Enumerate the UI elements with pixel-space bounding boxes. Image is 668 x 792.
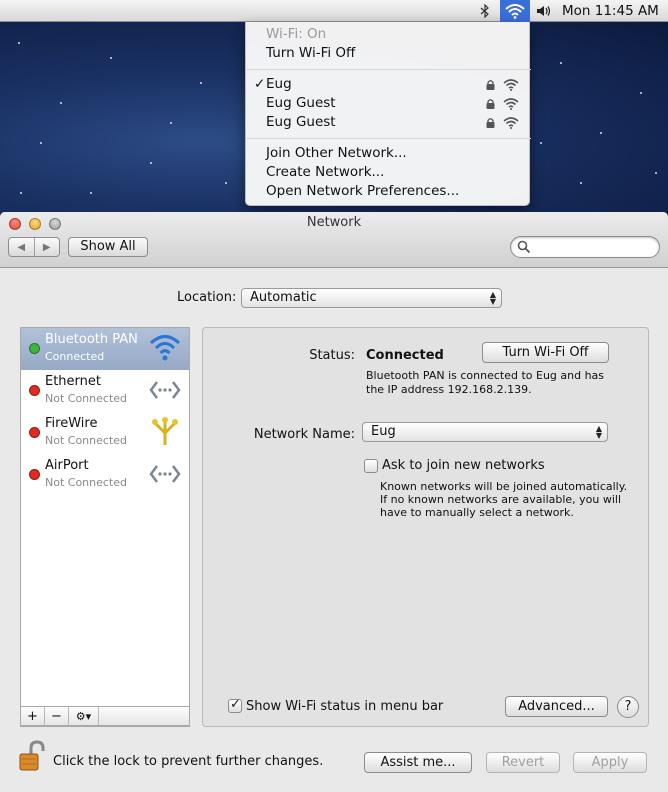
search-field — [510, 236, 660, 258]
show-all-button[interactable]: Show All — [68, 237, 148, 257]
status-dot-green — [29, 343, 40, 354]
service-item-airport[interactable]: AirPort Not Connected — [21, 454, 189, 496]
nav-buttons: ◀ ▶ — [8, 237, 60, 257]
ask-join-description-line-3: have to manually select a network. — [380, 506, 574, 519]
advanced-button[interactable]: Advanced... — [505, 696, 608, 717]
wifi-status-item: Wi-Fi: On — [266, 26, 327, 42]
turn-wifi-off-button[interactable]: Turn Wi-Fi Off — [482, 342, 609, 363]
add-service-button[interactable]: + — [21, 707, 45, 725]
lock-icon — [486, 80, 495, 90]
updown-arrows-icon: ▲ ▼ — [489, 290, 496, 306]
lock-icon — [486, 99, 495, 109]
chevron-right-icon: ▶ — [42, 241, 51, 253]
volume-icon[interactable] — [533, 0, 555, 22]
firewire-icon — [152, 417, 178, 445]
status-value: Connected — [366, 348, 444, 363]
service-status: Not Connected — [45, 392, 128, 405]
network-name-label: Network Name: — [253, 427, 355, 442]
menu-bar: Mon 11:45 AM — [0, 0, 668, 22]
menu-separator — [246, 69, 531, 70]
assist-me-button[interactable]: Assist me... — [364, 752, 472, 773]
network-item-eug[interactable]: ✓ Eug — [246, 75, 531, 94]
lock-message: Click the lock to prevent further change… — [53, 754, 324, 769]
back-button[interactable]: ◀ — [9, 238, 34, 256]
ethernet-icon — [149, 465, 181, 483]
ask-join-checkbox[interactable] — [364, 459, 378, 473]
status-dot-red — [29, 427, 40, 438]
show-wifi-status-label: Show Wi-Fi status in menu bar — [246, 699, 444, 714]
network-name-popup[interactable]: Eug ▲ ▼ — [362, 422, 608, 442]
network-window: Network ◀ ▶ Show All Location: Automatic… — [0, 212, 668, 792]
lock-icon[interactable] — [18, 740, 46, 772]
network-name: Eug Guest — [266, 114, 336, 130]
create-network-item[interactable]: Create Network... — [246, 163, 531, 182]
status-description-line-2: the IP address 192.168.2.139. — [366, 383, 532, 396]
search-icon — [517, 240, 531, 254]
service-name: Bluetooth PAN — [45, 332, 138, 347]
help-button[interactable]: ? — [617, 696, 639, 718]
apply-button[interactable]: Apply — [573, 752, 647, 773]
revert-button[interactable]: Revert — [486, 752, 560, 773]
updown-arrows-icon: ▲ ▼ — [595, 424, 602, 440]
wifi-signal-icon — [503, 78, 519, 91]
service-status: Connected — [45, 350, 105, 363]
status-label: Status: — [309, 348, 355, 363]
checkmark-icon: ✓ — [254, 76, 266, 92]
network-name-value: Eug — [371, 424, 396, 439]
detail-panel: Status: Connected Turn Wi-Fi Off Bluetoo… — [202, 327, 649, 727]
status-description-line-1: Bluetooth PAN is connected to Eug and ha… — [366, 369, 605, 382]
wifi-signal-icon — [503, 116, 519, 129]
network-name: Eug — [266, 76, 292, 92]
ask-join-label: Ask to join new networks — [382, 458, 545, 473]
service-status: Not Connected — [45, 476, 128, 489]
service-item-ethernet[interactable]: Ethernet Not Connected — [21, 370, 189, 412]
menu-clock[interactable]: Mon 11:45 AM — [562, 0, 666, 22]
service-item-bluetooth-pan[interactable]: Bluetooth PAN Connected — [21, 328, 189, 370]
location-popup[interactable]: Automatic ▲ ▼ — [241, 288, 502, 308]
service-name: FireWire — [45, 416, 98, 431]
bluetooth-icon[interactable] — [474, 0, 496, 22]
search-input[interactable] — [535, 239, 653, 255]
location-value: Automatic — [250, 290, 317, 305]
show-wifi-status-checkbox[interactable] — [228, 697, 242, 713]
service-status: Not Connected — [45, 434, 128, 447]
gear-menu-button[interactable]: ⚙▾ — [69, 707, 99, 725]
wifi-icon[interactable] — [500, 0, 530, 22]
service-item-firewire[interactable]: FireWire Not Connected — [21, 412, 189, 454]
window-title: Network — [306, 215, 362, 230]
window-toolbar: Network ◀ ▶ Show All — [0, 212, 668, 268]
status-dot-red — [29, 385, 40, 396]
turn-wifi-off-item[interactable]: Turn Wi-Fi Off — [246, 44, 531, 63]
location-label: Location: — [177, 290, 237, 305]
ethernet-icon — [149, 381, 181, 399]
open-network-preferences-item[interactable]: Open Network Preferences... — [246, 182, 531, 201]
status-dot-red — [29, 469, 40, 480]
menu-separator — [246, 138, 531, 139]
chevron-left-icon: ◀ — [17, 241, 26, 253]
service-name: AirPort — [45, 458, 89, 473]
ask-join-description-line-2: If no known networks are available, you … — [380, 493, 622, 506]
join-other-network-item[interactable]: Join Other Network... — [246, 144, 531, 163]
wifi-signal-icon — [503, 97, 519, 110]
network-name: Eug Guest — [266, 95, 336, 111]
service-list: Bluetooth PAN Connected Ethernet Not Con… — [20, 327, 190, 727]
lock-icon — [486, 118, 495, 128]
service-name: Ethernet — [45, 374, 101, 389]
network-item-eug-guest-2[interactable]: Eug Guest — [246, 113, 531, 132]
remove-service-button[interactable]: − — [45, 707, 69, 725]
service-list-toolbar: + − ⚙▾ — [20, 706, 190, 726]
forward-button[interactable]: ▶ — [33, 238, 60, 256]
network-item-eug-guest[interactable]: Eug Guest — [246, 94, 531, 113]
ask-join-description-line-1: Known networks will be joined automatica… — [380, 480, 628, 493]
wifi-icon — [149, 335, 181, 361]
wifi-menu: Wi-Fi: On Turn Wi-Fi Off ✓ Eug Eug Guest… — [245, 22, 531, 206]
